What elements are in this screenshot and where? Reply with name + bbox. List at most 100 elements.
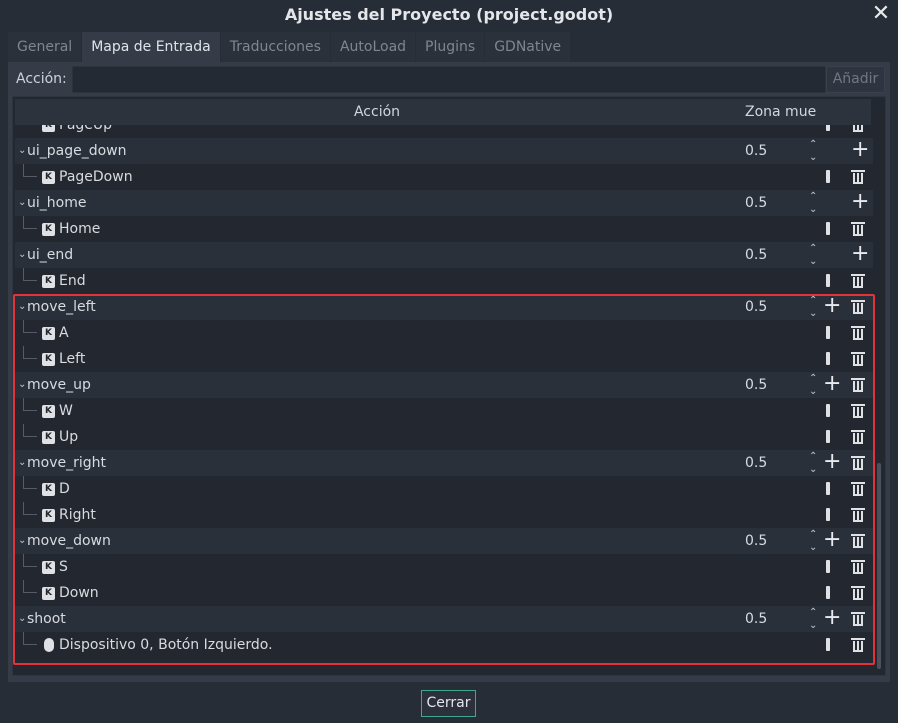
tab-gdnative[interactable]: GDNative — [485, 32, 571, 62]
event-row[interactable]: KS — [15, 554, 873, 580]
tree-header: Acción Zona mue — [15, 99, 871, 125]
tab-autoload[interactable]: AutoLoad — [330, 32, 416, 62]
trash-icon[interactable] — [852, 125, 864, 132]
trash-icon[interactable] — [851, 430, 865, 444]
trash-icon[interactable] — [851, 612, 865, 626]
edit-icon[interactable] — [826, 638, 830, 651]
add-button[interactable]: Añadir — [826, 66, 885, 93]
tab-translations[interactable]: Traducciones — [220, 32, 330, 62]
edit-icon[interactable] — [826, 352, 830, 365]
action-row[interactable]: ⌄ move_left 0.5 ⌃ ⌄ + — [15, 294, 873, 320]
deadzone-value[interactable]: 0.5 — [745, 138, 767, 164]
event-row[interactable]: K PageDown — [15, 164, 873, 190]
event-row[interactable]: K Down — [15, 580, 873, 606]
event-row[interactable]: KW — [15, 398, 873, 424]
action-row[interactable]: ⌄ ui_page_down 0.5 ⌃ ⌄ + — [15, 138, 873, 164]
spinner-icon[interactable]: ⌃ ⌄ — [809, 606, 817, 632]
spinner-icon[interactable]: ⌃ ⌄ — [809, 450, 817, 476]
action-row[interactable]: ⌄ move_up 0.5 ⌃ ⌄ + — [15, 372, 873, 398]
tab-input-map[interactable]: Mapa de Entrada — [82, 32, 220, 62]
chevron-down-icon[interactable]: ⌄ — [18, 528, 26, 554]
trash-icon[interactable] — [851, 274, 865, 288]
close-button[interactable]: Cerrar — [421, 690, 476, 717]
deadzone-value[interactable]: 0.5 — [745, 242, 767, 268]
add-event-icon[interactable]: + — [823, 606, 841, 630]
trash-icon[interactable] — [851, 378, 865, 392]
scrollbar-thumb[interactable] — [877, 463, 881, 669]
add-event-icon[interactable]: + — [823, 450, 841, 474]
tab-general[interactable]: General — [8, 32, 82, 62]
add-event-icon[interactable]: + — [851, 138, 869, 162]
add-event-icon[interactable]: + — [823, 294, 841, 318]
trash-icon[interactable] — [851, 352, 865, 366]
edit-icon[interactable] — [826, 430, 830, 443]
action-input[interactable] — [72, 66, 826, 93]
vertical-scrollbar[interactable] — [875, 125, 883, 671]
add-event-icon[interactable]: + — [823, 528, 841, 552]
spinner-icon[interactable]: ⌃ ⌄ — [809, 372, 817, 398]
event-row[interactable]: K PageUp — [15, 125, 873, 138]
chevron-down-icon[interactable]: ⌄ — [18, 450, 26, 476]
edit-icon[interactable] — [826, 222, 830, 235]
deadzone-value[interactable]: 0.5 — [745, 606, 767, 632]
event-row[interactable]: K Home — [15, 216, 873, 242]
trash-icon[interactable] — [851, 534, 865, 548]
trash-icon[interactable] — [851, 508, 865, 522]
spinner-icon[interactable]: ⌃ ⌄ — [809, 294, 817, 320]
trash-icon[interactable] — [851, 586, 865, 600]
spinner-icon[interactable]: ⌃ ⌄ — [809, 242, 817, 268]
action-row[interactable]: ⌄ ui_end 0.5 ⌃ ⌄ + — [15, 242, 873, 268]
add-event-icon[interactable]: + — [823, 372, 841, 396]
trash-icon[interactable] — [851, 482, 865, 496]
trash-icon[interactable] — [851, 300, 865, 314]
deadzone-value[interactable]: 0.5 — [745, 372, 767, 398]
event-row[interactable]: K Up — [15, 424, 873, 450]
chevron-down-icon[interactable]: ⌄ — [18, 242, 26, 268]
deadzone-value[interactable]: 0.5 — [745, 190, 767, 216]
spinner-icon[interactable]: ⌃ ⌄ — [809, 190, 817, 216]
column-header-deadzone[interactable]: Zona mue — [745, 99, 816, 125]
spinner-icon[interactable]: ⌃ ⌄ — [809, 528, 817, 554]
edit-icon[interactable] — [826, 404, 830, 417]
chevron-down-icon[interactable]: ⌄ — [18, 372, 26, 398]
chevron-down-icon[interactable]: ⌄ — [18, 606, 26, 632]
action-row[interactable]: ⌄ move_down 0.5 ⌃ ⌄ + — [15, 528, 873, 554]
event-row[interactable]: KA — [15, 320, 873, 346]
trash-icon[interactable] — [851, 456, 865, 470]
keyboard-icon: K — [42, 125, 55, 132]
edit-icon[interactable] — [826, 560, 830, 573]
edit-icon[interactable] — [826, 274, 830, 287]
event-row[interactable]: Dispositivo 0, Botón Izquierdo. — [15, 632, 873, 658]
deadzone-value[interactable]: 0.5 — [745, 528, 767, 554]
spinner-icon[interactable]: ⌃ ⌄ — [809, 138, 817, 164]
trash-icon[interactable] — [851, 560, 865, 574]
chevron-down-icon[interactable]: ⌄ — [18, 294, 26, 320]
event-row[interactable]: KD — [15, 476, 873, 502]
edit-icon[interactable] — [826, 508, 830, 521]
action-row[interactable]: ⌄ move_right 0.5 ⌃ ⌄ + — [15, 450, 873, 476]
close-icon[interactable]: ✕ — [870, 2, 892, 26]
add-event-icon[interactable]: + — [851, 242, 869, 266]
add-event-icon[interactable]: + — [851, 190, 869, 214]
action-row[interactable]: ⌄ ui_home 0.5 ⌃ ⌄ + — [15, 190, 873, 216]
chevron-down-icon[interactable]: ⌄ — [18, 190, 26, 216]
trash-icon[interactable] — [851, 326, 865, 340]
action-row[interactable]: ⌄ shoot 0.5 ⌃ ⌄ + — [15, 606, 873, 632]
event-row[interactable]: K End — [15, 268, 873, 294]
event-row[interactable]: K Left — [15, 346, 873, 372]
edit-icon[interactable] — [826, 170, 830, 183]
tab-plugins[interactable]: Plugins — [416, 32, 485, 62]
trash-icon[interactable] — [851, 638, 865, 652]
trash-icon[interactable] — [851, 170, 865, 184]
edit-icon[interactable] — [826, 586, 830, 599]
trash-icon[interactable] — [851, 404, 865, 418]
edit-icon[interactable] — [826, 482, 830, 495]
column-header-action[interactable]: Acción — [15, 99, 739, 125]
deadzone-value[interactable]: 0.5 — [745, 294, 767, 320]
chevron-down-icon[interactable]: ⌄ — [18, 138, 26, 164]
event-row[interactable]: K Right — [15, 502, 873, 528]
deadzone-value[interactable]: 0.5 — [745, 450, 767, 476]
edit-icon[interactable] — [826, 326, 830, 339]
trash-icon[interactable] — [851, 222, 865, 236]
edit-icon[interactable] — [826, 125, 830, 131]
